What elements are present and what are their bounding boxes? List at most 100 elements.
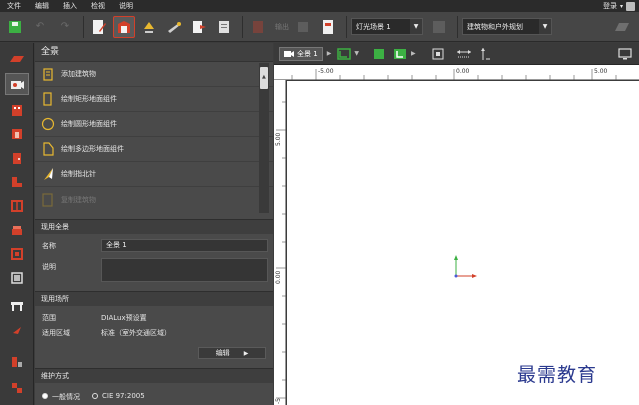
radio-general-label: 一般情况: [52, 393, 80, 401]
monitor-view-button[interactable]: [617, 47, 633, 61]
sidebar-item-table[interactable]: [5, 295, 29, 317]
redo-button[interactable]: ↷: [54, 16, 76, 38]
measure-vertical-button[interactable]: [477, 47, 493, 61]
vertical-ruler: 5.00 0.00 -5: [274, 80, 286, 405]
ruler-top-label: -5.00: [318, 68, 334, 75]
menu-edit[interactable]: 编辑: [28, 0, 56, 12]
description-input[interactable]: [101, 258, 268, 282]
tab-scene[interactable]: 全景 1: [279, 46, 323, 61]
menu-view[interactable]: 检视: [84, 0, 112, 12]
radio-general[interactable]: [42, 393, 48, 399]
sidebar-item-room[interactable]: [5, 123, 29, 145]
arrow-tool-icon: [13, 327, 21, 334]
maintenance-section-title: 维护方式: [35, 368, 273, 383]
luminaire-icon: [12, 357, 22, 367]
sidebar-item-luminaire[interactable]: [5, 351, 29, 373]
tab-scene-label: 全景 1: [297, 49, 318, 58]
edit-site-button[interactable]: 编辑 ▶: [198, 347, 266, 359]
building-icon: [118, 20, 130, 33]
room-icon: [12, 129, 22, 139]
login-button[interactable]: 登录: [603, 1, 617, 11]
scrollbar-thumb[interactable]: ▲: [260, 67, 268, 89]
action-draw-polygon[interactable]: 绘制多边形地面组件: [35, 137, 273, 162]
scene-settings-button[interactable]: [428, 16, 450, 38]
scroll-up-icon: ▲: [262, 74, 266, 80]
flashlight-icon: [168, 21, 181, 33]
save-button[interactable]: [4, 16, 26, 38]
sidebar-item-results[interactable]: [5, 377, 29, 399]
radio-cie[interactable]: [92, 393, 98, 399]
report-button[interactable]: [213, 16, 235, 38]
measure-horizontal-icon: [456, 49, 471, 57]
user-avatar-icon[interactable]: [626, 1, 635, 11]
action-label: 绘制指北针: [61, 170, 96, 178]
rectangle-icon: [41, 91, 55, 107]
sidebar-item-furniture[interactable]: [5, 219, 29, 241]
sidebar-item-floor-plan[interactable]: [5, 171, 29, 193]
output-page-button[interactable]: [247, 16, 269, 38]
menu-file[interactable]: 文件: [0, 0, 28, 12]
view-2d-button[interactable]: [336, 47, 352, 61]
action-copy-building[interactable]: 复制建筑物: [35, 187, 273, 212]
viewport-canvas[interactable]: [287, 81, 639, 405]
panel-scrollbar[interactable]: ▲: [259, 63, 269, 213]
undo-button[interactable]: ↶: [29, 16, 51, 38]
zoom-fit-button[interactable]: [430, 47, 446, 61]
page-pencil-icon: [93, 19, 106, 34]
sidebar-item-terrain[interactable]: [5, 48, 29, 70]
scene-section: 现用全景: [35, 219, 273, 234]
properties-panel: 全景 添加建筑物 绘制矩形地面组件 绘制圆形地面组件 绘制多边形地面组件 绘制指…: [35, 43, 273, 405]
action-label: 绘制圆形地面组件: [61, 120, 117, 128]
light-button[interactable]: [163, 16, 185, 38]
maintenance-section: 维护方式: [35, 368, 273, 383]
menu-help[interactable]: 说明: [112, 0, 140, 12]
range-value: DIALux预设置: [101, 314, 147, 322]
chevron-down-icon[interactable]: ▼: [354, 50, 359, 57]
category-select[interactable]: 建筑物和户外规划 ▼: [462, 18, 552, 35]
action-add-building[interactable]: 添加建筑物: [35, 62, 273, 87]
floor-view-icon: [393, 48, 406, 59]
cube-icon: [373, 48, 384, 59]
sidebar-item-cabinet[interactable]: [5, 195, 29, 217]
area-label: 适用区域: [42, 329, 70, 337]
login-dropdown-icon[interactable]: ▾: [620, 3, 623, 10]
results-icon: [12, 383, 22, 393]
toolbar-divider: [457, 15, 458, 38]
measure-horizontal-button[interactable]: [456, 47, 472, 61]
sidebar-item-window[interactable]: [5, 243, 29, 265]
chevron-down-icon: ▼: [539, 19, 551, 34]
menu-insert[interactable]: 插入: [56, 0, 84, 12]
chevron-right-icon: ▶: [326, 50, 332, 57]
action-draw-rectangle[interactable]: 绘制矩形地面组件: [35, 87, 273, 112]
radio-cie-label: CIE 97:2005: [102, 392, 145, 400]
door-icon: [13, 153, 21, 164]
sidebar-item-arrow[interactable]: [5, 319, 29, 341]
sidebar-item-camera[interactable]: [5, 73, 29, 95]
sidebar-item-surface[interactable]: [5, 267, 29, 289]
light-scene-select[interactable]: 灯光场景 1 ▼: [351, 18, 423, 35]
action-draw-north-arrow[interactable]: 绘制指北针: [35, 162, 273, 187]
building-mode-button[interactable]: [113, 15, 135, 38]
sidebar-item-door[interactable]: [5, 147, 29, 169]
action-draw-circle[interactable]: 绘制圆形地面组件: [35, 112, 273, 137]
calc-button[interactable]: [317, 16, 339, 38]
ruler-ticks: [276, 101, 286, 399]
sidebar-item-building[interactable]: [5, 99, 29, 121]
view-3d-button[interactable]: [371, 47, 387, 61]
plan-view-icon: [337, 47, 352, 60]
edit-label: 编辑: [215, 349, 230, 357]
camera-icon: [284, 50, 294, 57]
output-close-button[interactable]: [292, 16, 314, 38]
axis-gizmo-icon: [454, 255, 477, 278]
project-edit-button[interactable]: [88, 16, 110, 38]
name-input[interactable]: 全景 1: [101, 239, 268, 252]
lamp-button[interactable]: [138, 16, 160, 38]
view-floor-button[interactable]: [392, 47, 408, 61]
export-button[interactable]: [188, 16, 210, 38]
document-icon: [219, 20, 229, 33]
area-value: 标准（室外交通区域）: [101, 329, 171, 337]
plane-view-button[interactable]: [611, 16, 633, 38]
lamp-icon: [144, 21, 154, 33]
toolbar-divider: [83, 15, 84, 38]
action-label: 绘制矩形地面组件: [61, 95, 117, 103]
